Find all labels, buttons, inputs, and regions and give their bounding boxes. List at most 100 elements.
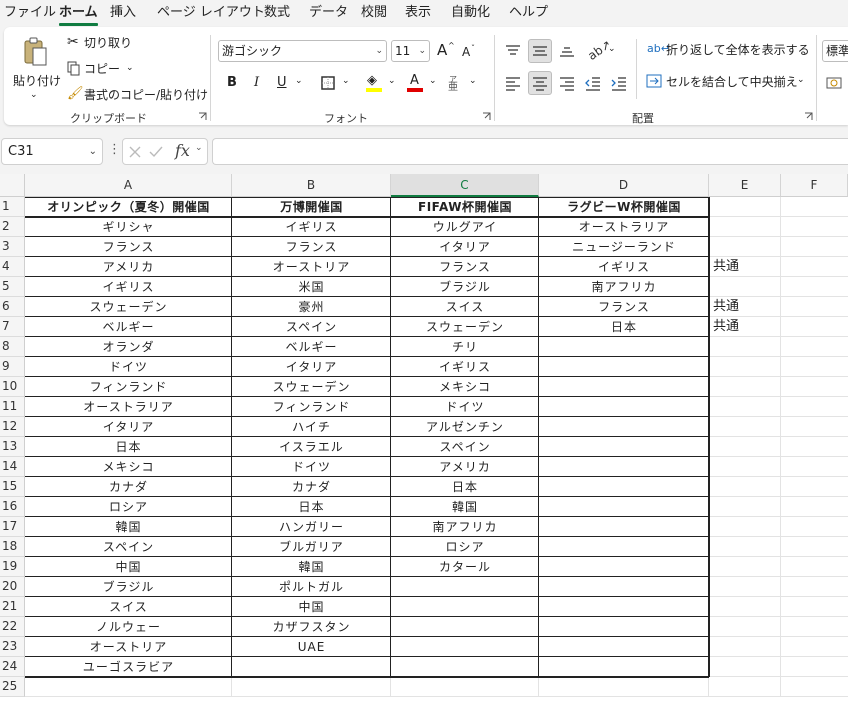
row-header-4[interactable]: 4 bbox=[0, 257, 25, 277]
tab-home[interactable]: ホーム bbox=[59, 4, 98, 26]
cell-b2[interactable]: イギリス bbox=[232, 217, 391, 237]
header-cell-a[interactable]: オリンピック（夏冬）開催国 bbox=[25, 197, 232, 217]
tab-file[interactable]: ファイル bbox=[4, 4, 56, 22]
font-color-button[interactable]: A ⌄ bbox=[405, 72, 441, 94]
row-header-12[interactable]: 12 bbox=[0, 417, 25, 437]
cell-b22[interactable]: カザフスタン bbox=[232, 617, 391, 637]
cell-a23[interactable]: オーストリア bbox=[25, 637, 232, 657]
spreadsheet-grid[interactable]: A B C D E F 1 2 3 4 5 6 7 8 9 10 11 12 13 14 15 16 17 18 19 20 21 2… bbox=[0, 174, 848, 704]
align-bottom-icon[interactable] bbox=[558, 43, 576, 59]
column-header-e[interactable]: E bbox=[709, 174, 781, 197]
cell-c8[interactable]: チリ bbox=[391, 337, 539, 357]
align-top-icon[interactable] bbox=[504, 43, 522, 59]
cell-b11[interactable]: フィンランド bbox=[232, 397, 391, 417]
cell-a13[interactable]: 日本 bbox=[25, 437, 232, 457]
orientation-button[interactable]: ab↗ ⌄ bbox=[584, 37, 618, 63]
cell-d5[interactable]: 南アフリカ bbox=[539, 277, 709, 297]
row-header-19[interactable]: 19 bbox=[0, 557, 25, 577]
cell-c15[interactable]: 日本 bbox=[391, 477, 539, 497]
cell-b8[interactable]: ベルギー bbox=[232, 337, 391, 357]
number-format-select[interactable]: 標準 bbox=[822, 40, 848, 62]
cell-c17[interactable]: 南アフリカ bbox=[391, 517, 539, 537]
cell-c18[interactable]: ロシア bbox=[391, 537, 539, 557]
header-cell-d[interactable]: ラグビーW杯開催国 bbox=[539, 197, 709, 217]
more-options-icon[interactable]: ⋮ bbox=[108, 142, 121, 157]
shrink-font-button[interactable]: A ˇ bbox=[460, 40, 480, 62]
cell-c6[interactable]: スイス bbox=[391, 297, 539, 317]
font-name-select[interactable]: 游ゴシック ⌄ bbox=[218, 40, 387, 62]
tab-page-layout[interactable]: ページ レイアウト bbox=[157, 4, 265, 22]
tab-data[interactable]: データ bbox=[309, 4, 348, 22]
align-left-icon[interactable] bbox=[504, 75, 522, 91]
row-header-20[interactable]: 20 bbox=[0, 577, 25, 597]
cell-c3[interactable]: イタリア bbox=[391, 237, 539, 257]
cell-a2[interactable]: ギリシャ bbox=[25, 217, 232, 237]
cell-a10[interactable]: フィンランド bbox=[25, 377, 232, 397]
currency-format-icon[interactable] bbox=[826, 75, 844, 91]
increase-indent-icon[interactable] bbox=[610, 75, 628, 91]
row-header-3[interactable]: 3 bbox=[0, 237, 25, 257]
row-header-17[interactable]: 17 bbox=[0, 517, 25, 537]
cell-b10[interactable]: スウェーデン bbox=[232, 377, 391, 397]
row-header-7[interactable]: 7 bbox=[0, 317, 25, 337]
cell-a3[interactable]: フランス bbox=[25, 237, 232, 257]
row-header-1[interactable]: 1 bbox=[0, 197, 25, 217]
tab-formulas[interactable]: 数式 bbox=[264, 4, 290, 22]
borders-button[interactable]: ⌄ bbox=[318, 72, 354, 94]
cell-a12[interactable]: イタリア bbox=[25, 417, 232, 437]
clipboard-launcher-icon[interactable] bbox=[198, 112, 207, 121]
row-header-5[interactable]: 5 bbox=[0, 277, 25, 297]
cell-b14[interactable]: ドイツ bbox=[232, 457, 391, 477]
cell-b12[interactable]: ハイチ bbox=[232, 417, 391, 437]
cell-e7[interactable]: 共通 bbox=[709, 317, 781, 337]
cell-a14[interactable]: メキシコ bbox=[25, 457, 232, 477]
cell-d7[interactable]: 日本 bbox=[539, 317, 709, 337]
cell-d4[interactable]: イギリス bbox=[539, 257, 709, 277]
row-header-16[interactable]: 16 bbox=[0, 497, 25, 517]
cell-a24[interactable]: ユーゴスラビア bbox=[25, 657, 232, 677]
cell-b9[interactable]: イタリア bbox=[232, 357, 391, 377]
insert-function-icon[interactable]: fx bbox=[175, 141, 190, 160]
align-right-icon[interactable] bbox=[558, 75, 576, 91]
alignment-launcher-icon[interactable] bbox=[804, 112, 813, 121]
cell-b13[interactable]: イスラエル bbox=[232, 437, 391, 457]
cell-a9[interactable]: ドイツ bbox=[25, 357, 232, 377]
cell-a19[interactable]: 中国 bbox=[25, 557, 232, 577]
cell-c11[interactable]: ドイツ bbox=[391, 397, 539, 417]
cell-d3[interactable]: ニュージーランド bbox=[539, 237, 709, 257]
header-cell-c[interactable]: FIFAW杯開催国 bbox=[391, 197, 539, 217]
tab-help[interactable]: ヘルプ bbox=[509, 4, 548, 22]
cell-d6[interactable]: フランス bbox=[539, 297, 709, 317]
cell-a22[interactable]: ノルウェー bbox=[25, 617, 232, 637]
select-all-corner[interactable] bbox=[0, 174, 25, 197]
formula-input[interactable] bbox=[212, 138, 848, 165]
cell-b18[interactable]: ブルガリア bbox=[232, 537, 391, 557]
tab-review[interactable]: 校閲 bbox=[361, 4, 387, 22]
tab-insert[interactable]: 挿入 bbox=[110, 4, 136, 22]
row-header-10[interactable]: 10 bbox=[0, 377, 25, 397]
tab-view[interactable]: 表示 bbox=[405, 4, 431, 22]
cell-c19[interactable]: カタール bbox=[391, 557, 539, 577]
row-header-21[interactable]: 21 bbox=[0, 597, 25, 617]
cell-c7[interactable]: スウェーデン bbox=[391, 317, 539, 337]
cell-a4[interactable]: アメリカ bbox=[25, 257, 232, 277]
column-header-d[interactable]: D bbox=[539, 174, 709, 197]
cell-c5[interactable]: ブラジル bbox=[391, 277, 539, 297]
phonetic-button[interactable]: ア 亜 ⌄ bbox=[445, 72, 481, 94]
align-center-button[interactable] bbox=[528, 71, 552, 95]
cell-a17[interactable]: 韓国 bbox=[25, 517, 232, 537]
column-header-f[interactable]: F bbox=[781, 174, 848, 197]
row-header-9[interactable]: 9 bbox=[0, 357, 25, 377]
cell-d2[interactable]: オーストラリア bbox=[539, 217, 709, 237]
copy-button[interactable]: コピー ⌄ bbox=[64, 59, 136, 79]
decrease-indent-icon[interactable] bbox=[584, 75, 602, 91]
wrap-text-button[interactable]: ab↵ 折り返して全体を表示する bbox=[644, 39, 814, 61]
row-header-25[interactable]: 25 bbox=[0, 677, 25, 697]
cell-e4[interactable]: 共通 bbox=[709, 257, 781, 277]
grow-font-button[interactable]: A ^ bbox=[435, 40, 455, 62]
cell-c2[interactable]: ウルグアイ bbox=[391, 217, 539, 237]
cell-b20[interactable]: ポルトガル bbox=[232, 577, 391, 597]
cell-b19[interactable]: 韓国 bbox=[232, 557, 391, 577]
cell-b3[interactable]: フランス bbox=[232, 237, 391, 257]
row-header-6[interactable]: 6 bbox=[0, 297, 25, 317]
